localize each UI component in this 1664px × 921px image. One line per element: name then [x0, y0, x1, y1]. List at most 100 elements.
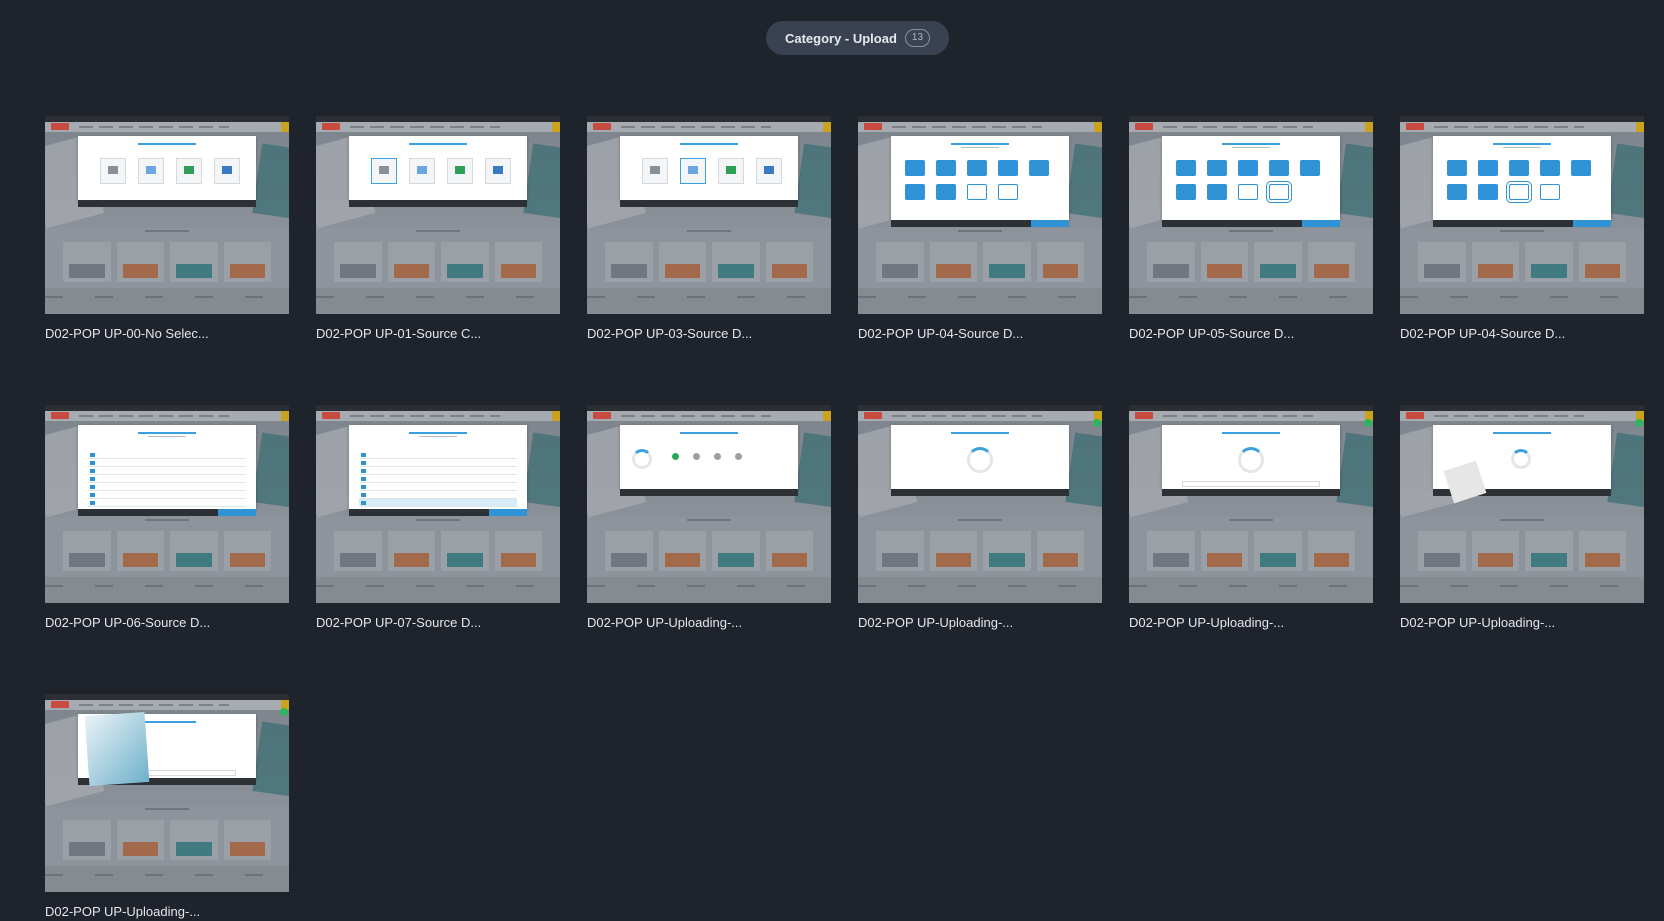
modal-cancel-bar[interactable] [620, 489, 798, 496]
screen-caption[interactable]: D02-POP UP-01-Source C... [316, 325, 560, 343]
screen-caption[interactable]: D02-POP UP-06-Source D... [45, 614, 289, 632]
file-list-row[interactable] [88, 459, 246, 467]
folder-icon[interactable] [1207, 184, 1227, 200]
folder-icon[interactable] [1176, 184, 1196, 200]
screen-card[interactable]: D02-POP UP-04-Source D... [1400, 116, 1644, 343]
screen-card[interactable]: D02-POP UP-Uploading-... [587, 405, 831, 632]
file-list-row[interactable] [359, 475, 517, 483]
modal-cancel-bar[interactable] [1162, 489, 1340, 496]
screen-thumbnail[interactable] [858, 405, 1102, 603]
screen-caption[interactable]: D02-POP UP-Uploading-... [1400, 614, 1644, 632]
screen-thumbnail[interactable] [316, 405, 560, 603]
screen-caption[interactable]: D02-POP UP-03-Source D... [587, 325, 831, 343]
file-list-row[interactable] [88, 475, 246, 483]
screen-thumbnail[interactable] [858, 116, 1102, 314]
folder-icon[interactable] [905, 160, 925, 176]
screen-card[interactable]: D02-POP UP-03-Source D... [587, 116, 831, 343]
folder-icon[interactable] [1207, 160, 1227, 176]
folder-icon[interactable] [936, 184, 956, 200]
modal-cancel-bar[interactable] [891, 489, 1069, 496]
dropbox-icon[interactable] [409, 158, 435, 184]
screen-thumbnail[interactable] [587, 116, 831, 314]
import-file-button[interactable] [1031, 220, 1069, 227]
modal-cancel-bar[interactable] [78, 200, 256, 207]
screen-thumbnail[interactable] [1129, 116, 1373, 314]
dropbox-icon[interactable] [138, 158, 164, 184]
folder-icon[interactable] [1540, 160, 1560, 176]
screen-thumbnail[interactable] [1400, 405, 1644, 603]
file-list-row[interactable] [359, 451, 517, 459]
screen-thumbnail[interactable] [45, 694, 289, 892]
file-icon[interactable] [998, 184, 1018, 200]
folder-icon[interactable] [1509, 160, 1529, 176]
screen-caption[interactable]: D02-POP UP-04-Source D... [858, 325, 1102, 343]
file-list-row[interactable] [359, 499, 517, 507]
screen-card[interactable]: D02-POP UP-06-Source D... [45, 405, 289, 632]
screen-card[interactable]: D02-POP UP-05-Source D... [1129, 116, 1373, 343]
computer-icon[interactable] [100, 158, 126, 184]
screen-card[interactable]: D02-POP UP-Uploading-... [1129, 405, 1373, 632]
file-list-row[interactable] [88, 491, 246, 499]
google-drive-icon[interactable] [176, 158, 202, 184]
screen-caption[interactable]: D02-POP UP-05-Source D... [1129, 325, 1373, 343]
folder-icon[interactable] [1478, 160, 1498, 176]
modal-cancel-bar[interactable] [349, 200, 527, 207]
google-drive-icon[interactable] [718, 158, 744, 184]
file-icon[interactable] [1540, 184, 1560, 200]
file-list-row[interactable] [359, 459, 517, 467]
folder-icon[interactable] [1447, 184, 1467, 200]
folder-icon[interactable] [936, 160, 956, 176]
file-icon[interactable] [1238, 184, 1258, 200]
screen-card[interactable]: D02-POP UP-Uploading-... [1400, 405, 1644, 632]
screen-thumbnail[interactable] [316, 116, 560, 314]
modal-cancel-bar[interactable] [620, 200, 798, 207]
file-list-row[interactable] [359, 483, 517, 491]
file-list-row[interactable] [359, 491, 517, 499]
folder-icon[interactable] [998, 160, 1018, 176]
file-icon[interactable] [1266, 181, 1292, 203]
computer-icon[interactable] [371, 158, 397, 184]
screen-card[interactable]: D02-POP UP-07-Source D... [316, 405, 560, 632]
screen-caption[interactable]: D02-POP UP-07-Source D... [316, 614, 560, 632]
folder-icon[interactable] [905, 184, 925, 200]
folder-icon[interactable] [1300, 160, 1320, 176]
file-icon[interactable] [967, 184, 987, 200]
folder-icon[interactable] [1029, 160, 1049, 176]
screen-caption[interactable]: D02-POP UP-Uploading-... [858, 614, 1102, 632]
folder-icon[interactable] [1176, 160, 1196, 176]
screen-caption[interactable]: D02-POP UP-00-No Selec... [45, 325, 289, 343]
screen-caption[interactable]: D02-POP UP-04-Source D... [1400, 325, 1644, 343]
screen-card[interactable]: D02-POP UP-Uploading-... [45, 694, 289, 921]
screen-thumbnail[interactable] [45, 405, 289, 603]
screen-card[interactable]: D02-POP UP-04-Source D... [858, 116, 1102, 343]
google-drive-icon[interactable] [447, 158, 473, 184]
folder-icon[interactable] [1478, 184, 1498, 200]
file-list-row[interactable] [359, 467, 517, 475]
file-list-row[interactable] [88, 483, 246, 491]
import-file-button[interactable] [1302, 220, 1340, 227]
screen-thumbnail[interactable] [1400, 116, 1644, 314]
import-file-button[interactable] [489, 509, 527, 516]
dropbox-icon[interactable] [680, 158, 706, 184]
computer-icon[interactable] [642, 158, 668, 184]
folder-icon[interactable] [1238, 160, 1258, 176]
import-file-button[interactable] [1573, 220, 1611, 227]
import-file-button[interactable] [218, 509, 256, 516]
box-icon[interactable] [485, 158, 511, 184]
screen-card[interactable]: D02-POP UP-00-No Selec... [45, 116, 289, 343]
screen-caption[interactable]: D02-POP UP-Uploading-... [45, 903, 289, 921]
box-icon[interactable] [756, 158, 782, 184]
screen-caption[interactable]: D02-POP UP-Uploading-... [587, 614, 831, 632]
screen-thumbnail[interactable] [45, 116, 289, 314]
screen-card[interactable]: D02-POP UP-01-Source C... [316, 116, 560, 343]
folder-icon[interactable] [967, 160, 987, 176]
folder-icon[interactable] [1571, 160, 1591, 176]
screen-caption[interactable]: D02-POP UP-Uploading-... [1129, 614, 1373, 632]
category-pill[interactable]: Category - Upload 13 [766, 21, 949, 55]
box-icon[interactable] [214, 158, 240, 184]
file-list-row[interactable] [88, 467, 246, 475]
screen-card[interactable]: D02-POP UP-Uploading-... [858, 405, 1102, 632]
screen-thumbnail[interactable] [1129, 405, 1373, 603]
folder-icon[interactable] [1447, 160, 1467, 176]
file-icon[interactable] [1506, 181, 1532, 203]
